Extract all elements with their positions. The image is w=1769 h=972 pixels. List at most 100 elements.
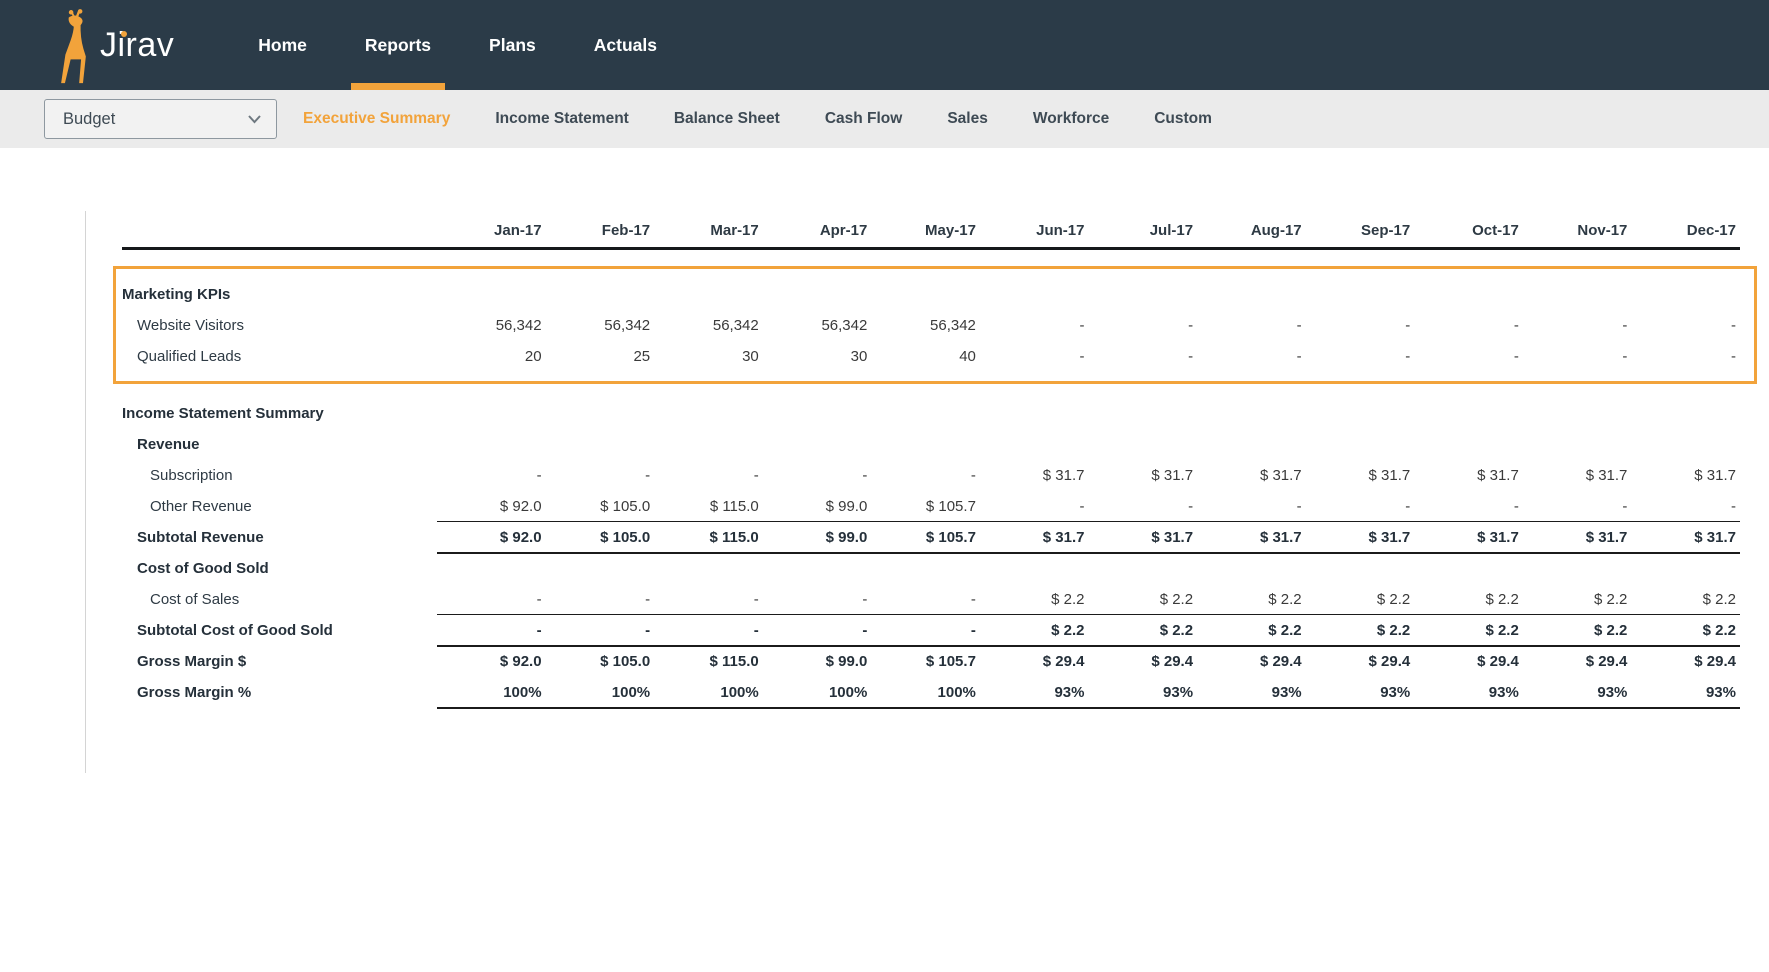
- tab-income-statement[interactable]: Income Statement: [495, 110, 629, 128]
- cell: -: [654, 622, 763, 639]
- cell: $ 92.0: [437, 653, 546, 670]
- content-left-divider: [85, 211, 86, 773]
- cell: -: [1089, 498, 1198, 515]
- column-header-jan-17: Jan-17: [437, 222, 546, 239]
- cell: $ 2.2: [1631, 622, 1740, 639]
- cell: -: [1306, 348, 1415, 365]
- cell: $ 31.7: [1414, 529, 1523, 546]
- cell: -: [1414, 317, 1523, 334]
- table-row-website-visitors: Website Visitors56,34256,34256,34256,342…: [122, 310, 1740, 341]
- column-header-may-17: May-17: [871, 222, 980, 239]
- cell: 56,342: [763, 317, 872, 334]
- cell: $ 2.2: [1306, 622, 1415, 639]
- tab-sales[interactable]: Sales: [947, 110, 988, 128]
- brand-name-text: Jirav: [100, 26, 174, 64]
- row-label: Marketing KPIs: [122, 286, 437, 303]
- cell: $ 99.0: [763, 498, 872, 515]
- cell: -: [763, 467, 872, 484]
- table-row-revenue: Revenue: [122, 429, 1740, 460]
- table-row-gross-margin-: Gross Margin $$ 92.0$ 105.0$ 115.0$ 99.0…: [122, 646, 1740, 677]
- cell: $ 31.7: [1197, 467, 1306, 484]
- chevron-down-icon: [247, 114, 262, 124]
- cell: $ 29.4: [1089, 653, 1198, 670]
- cell: $ 31.7: [1306, 529, 1415, 546]
- cell: -: [980, 317, 1089, 334]
- cell: $ 115.0: [654, 529, 763, 546]
- cell: $ 31.7: [1523, 529, 1632, 546]
- cell: -: [1197, 317, 1306, 334]
- cell: 100%: [871, 684, 980, 701]
- jirav-logo: Jirav: [52, 0, 174, 90]
- cell: $ 2.2: [1523, 591, 1632, 608]
- nav-item-plans[interactable]: Plans: [489, 0, 536, 90]
- table-row-subscription: Subscription-----$ 31.7$ 31.7$ 31.7$ 31.…: [122, 460, 1740, 491]
- cell: $ 105.0: [546, 498, 655, 515]
- cell: 56,342: [437, 317, 546, 334]
- cell: $ 2.2: [1197, 622, 1306, 639]
- column-header-dec-17: Dec-17: [1631, 222, 1740, 239]
- cell: $ 99.0: [763, 653, 872, 670]
- table-row-other-revenue: Other Revenue$ 92.0$ 105.0$ 115.0$ 99.0$…: [122, 491, 1740, 522]
- cell: $ 29.4: [1631, 653, 1740, 670]
- cell: $ 2.2: [1523, 622, 1632, 639]
- cell: -: [1631, 348, 1740, 365]
- cell: -: [546, 467, 655, 484]
- cell: 93%: [1523, 684, 1632, 701]
- column-header-jun-17: Jun-17: [980, 222, 1089, 239]
- cell: $ 31.7: [1197, 529, 1306, 546]
- cell: $ 105.0: [546, 529, 655, 546]
- cell: $ 31.7: [1523, 467, 1632, 484]
- column-header-feb-17: Feb-17: [546, 222, 655, 239]
- nav-item-actuals[interactable]: Actuals: [594, 0, 657, 90]
- cell: 40: [871, 348, 980, 365]
- table-row-income-statement-summary: Income Statement Summary: [122, 398, 1740, 429]
- table-header-row: Jan-17Feb-17Mar-17Apr-17May-17Jun-17Jul-…: [122, 211, 1740, 250]
- cell: $ 31.7: [1306, 467, 1415, 484]
- cell: 56,342: [871, 317, 980, 334]
- cell: -: [437, 622, 546, 639]
- cell: 56,342: [546, 317, 655, 334]
- row-label: Qualified Leads: [122, 348, 437, 365]
- row-label: Gross Margin %: [122, 684, 437, 701]
- scenario-dropdown-value: Budget: [63, 110, 115, 129]
- table-row-cost-of-good-sold: Cost of Good Sold: [122, 553, 1740, 584]
- row-label: Revenue: [122, 436, 437, 453]
- tab-workforce[interactable]: Workforce: [1033, 110, 1109, 128]
- cell: $ 29.4: [1523, 653, 1632, 670]
- cell: -: [654, 467, 763, 484]
- cell: -: [1197, 498, 1306, 515]
- cell: -: [871, 591, 980, 608]
- cell: 93%: [1197, 684, 1306, 701]
- table-row-marketing-kpis: Marketing KPIs: [122, 279, 1740, 310]
- cell: $ 115.0: [654, 653, 763, 670]
- cell: $ 99.0: [763, 529, 872, 546]
- row-label: Other Revenue: [122, 498, 437, 515]
- cell: 30: [654, 348, 763, 365]
- giraffe-icon: [52, 9, 94, 85]
- tab-executive-summary[interactable]: Executive Summary: [303, 110, 450, 128]
- scenario-dropdown[interactable]: Budget: [44, 99, 277, 139]
- report-tabs: Executive Summary Income Statement Balan…: [303, 110, 1212, 128]
- cell: -: [546, 622, 655, 639]
- cell: $ 31.7: [1414, 467, 1523, 484]
- cell: -: [1523, 317, 1632, 334]
- nav-item-reports[interactable]: Reports: [365, 0, 431, 90]
- row-label: Cost of Sales: [122, 591, 437, 608]
- cell: 93%: [980, 684, 1089, 701]
- cell: -: [1414, 348, 1523, 365]
- tab-balance-sheet[interactable]: Balance Sheet: [674, 110, 780, 128]
- cell: 93%: [1631, 684, 1740, 701]
- logo-i-dot: [121, 31, 127, 37]
- cell: $ 31.7: [1089, 467, 1198, 484]
- row-label: Subtotal Revenue: [122, 529, 437, 546]
- tab-cash-flow[interactable]: Cash Flow: [825, 110, 903, 128]
- row-label: Subscription: [122, 467, 437, 484]
- tab-custom[interactable]: Custom: [1154, 110, 1212, 128]
- cell: -: [871, 467, 980, 484]
- nav-item-home[interactable]: Home: [258, 0, 307, 90]
- cell: $ 2.2: [1414, 622, 1523, 639]
- column-header-oct-17: Oct-17: [1414, 222, 1523, 239]
- cell: $ 115.0: [654, 498, 763, 515]
- column-header-apr-17: Apr-17: [763, 222, 872, 239]
- cell: 93%: [1306, 684, 1415, 701]
